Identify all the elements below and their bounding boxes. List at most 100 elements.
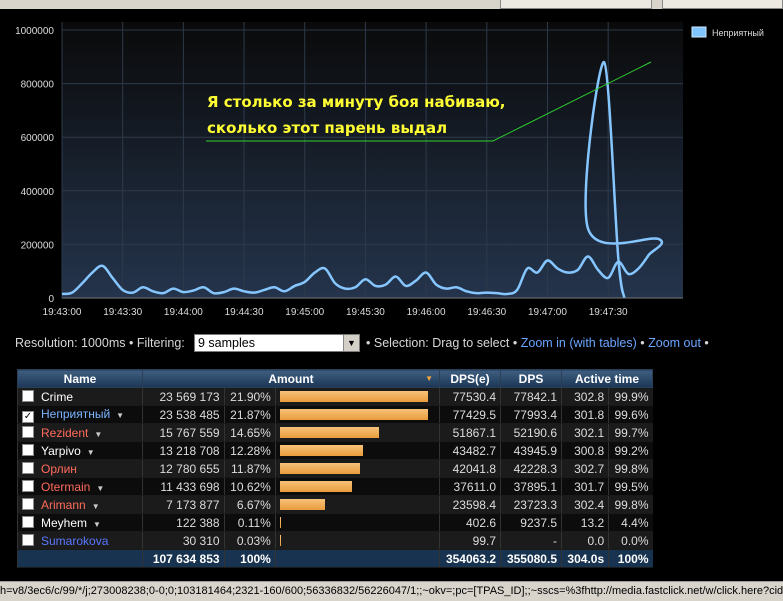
amount-cell: 11 433 698 [142, 477, 225, 496]
select-checkbox[interactable] [22, 479, 34, 492]
percent-cell: 11.87% [223, 459, 276, 478]
dpse-cell: 77429.5 [439, 405, 501, 424]
sort-desc-icon: ▼ [425, 374, 433, 383]
bar-cell [274, 459, 440, 478]
chevron-down-icon[interactable]: ▼ [94, 430, 102, 439]
y-tick-label: 200000 [21, 240, 55, 251]
select-checkbox[interactable] [22, 389, 34, 402]
filtering-select[interactable]: 9 samples ▼ [194, 334, 360, 352]
table-row[interactable]: Yarpivo ▼ 13 218 708 12.28% 43482.7 43945… [17, 441, 653, 460]
player-name[interactable]: Rezident [41, 426, 88, 440]
separator: • [128, 336, 134, 350]
toolbar-button[interactable] [662, 0, 783, 9]
column-header-active-time[interactable]: Active time [561, 369, 653, 388]
player-cell: Meyhem ▼ [17, 513, 143, 532]
active-percent-cell: 0.0% [608, 531, 653, 550]
active-time-cell: 301.7 [560, 477, 609, 496]
dps-cell: 23723.3 [500, 495, 562, 514]
amount-cell: 23 538 485 [142, 405, 225, 424]
select-checkbox[interactable]: ✓ [22, 410, 34, 423]
dps-cell: 42228.3 [500, 459, 562, 478]
chevron-down-icon[interactable]: ▼ [92, 502, 100, 511]
player-cell: Otermain ▼ [17, 477, 143, 496]
chevron-down-icon[interactable]: ▼ [116, 411, 124, 420]
damage-chart[interactable]: 0 200000 400000 600000 800000 1000000 19:43:00… [0, 9, 783, 325]
x-tick-label: 19:45:30 [346, 307, 385, 318]
player-name[interactable]: Sumarokova [41, 534, 108, 548]
percent-cell: 21.90% [223, 387, 276, 406]
table-header-row: Name Amount ▼ DPS(e) DPS Active time [17, 369, 653, 388]
bar-cell [274, 477, 440, 496]
player-name[interactable]: Arimann [41, 498, 86, 512]
column-header-dps[interactable]: DPS [500, 369, 562, 388]
y-tick-label: 800000 [21, 80, 55, 91]
amount-bar [279, 517, 281, 528]
amount-bar [279, 409, 428, 420]
player-name[interactable]: Yarpivo [41, 444, 81, 458]
table-row[interactable]: Орлин 12 780 655 11.87% 42041.8 42228.3 … [17, 459, 653, 478]
select-checkbox[interactable] [22, 497, 34, 510]
amount-cell: 13 218 708 [142, 441, 225, 460]
select-checkbox[interactable] [22, 425, 34, 438]
dpse-cell: 51867.1 [439, 423, 501, 442]
amount-cell: 15 767 559 [142, 423, 225, 442]
toolbar-button[interactable] [500, 0, 652, 9]
table-row[interactable]: Meyhem ▼ 122 388 0.11% 402.6 9237.5 13.2 … [17, 513, 653, 532]
dps-cell: 9237.5 [500, 513, 562, 532]
table-row[interactable]: ✓ Неприятный ▼ 23 538 485 21.87% 77429.5 7… [17, 405, 653, 424]
zoom-out-link[interactable]: Zoom out [648, 336, 701, 350]
player-name[interactable]: Otermain [41, 480, 90, 494]
player-cell: ✓ Неприятный ▼ [17, 405, 143, 424]
active-percent-cell: 99.5% [608, 477, 653, 496]
table-row[interactable]: Sumarokova 30 310 0.03% 99.7 - 0.0 0.0% [17, 531, 653, 550]
y-tick-label: 400000 [21, 187, 55, 198]
table-row[interactable]: Arimann ▼ 7 173 877 6.67% 23598.4 23723.3… [17, 495, 653, 514]
chevron-down-icon[interactable]: ▼ [343, 335, 359, 351]
chevron-down-icon[interactable]: ▼ [96, 484, 104, 493]
player-name[interactable]: Crime [41, 390, 73, 404]
column-header-name[interactable]: Name [17, 369, 143, 388]
column-header-amount[interactable]: Amount ▼ [142, 369, 440, 388]
chevron-down-icon[interactable]: ▼ [93, 520, 101, 529]
zoom-in-link[interactable]: Zoom in (with tables) [521, 336, 637, 350]
player-cell: Arimann ▼ [17, 495, 143, 514]
bar-cell [274, 531, 440, 550]
table-row[interactable]: Otermain ▼ 11 433 698 10.62% 37611.0 3789… [17, 477, 653, 496]
separator: • [704, 336, 709, 350]
x-tick-label: 19:43:00 [43, 307, 82, 318]
select-checkbox[interactable] [22, 461, 34, 474]
active-time-cell: 302.8 [560, 387, 609, 406]
damage-table: Name Amount ▼ DPS(e) DPS Active time Cri… [17, 369, 653, 568]
select-checkbox[interactable] [22, 443, 34, 456]
player-cell: Rezident ▼ [17, 423, 143, 442]
active-time-cell: 0.0 [560, 531, 609, 550]
totals-row: 107 634 853 100% 354063.2 355080.5 304.0… [17, 549, 653, 568]
x-tick-label: 19:47:30 [589, 307, 628, 318]
y-tick-label: 0 [48, 294, 54, 305]
column-header-dpse[interactable]: DPS(e) [439, 369, 501, 388]
percent-cell: 10.62% [223, 477, 276, 496]
select-checkbox[interactable] [22, 533, 34, 546]
table-row[interactable]: Crime 23 569 173 21.90% 77530.4 77842.1 … [17, 387, 653, 406]
dpse-cell: 99.7 [439, 531, 501, 550]
chart-controls: Resolution: 1000ms • Filtering: 9 sample… [0, 327, 783, 360]
player-name[interactable]: Орлин [41, 462, 77, 476]
total-amount: 107 634 853 [142, 549, 225, 568]
chevron-down-icon[interactable]: ▼ [87, 448, 95, 457]
totals-label [17, 549, 143, 568]
total-dpse: 354063.2 [439, 549, 501, 568]
select-checkbox[interactable] [22, 515, 34, 528]
active-time-cell: 300.8 [560, 441, 609, 460]
player-name[interactable]: Meyhem [41, 516, 87, 530]
dps-cell: - [500, 531, 562, 550]
total-dps: 355080.5 [500, 549, 562, 568]
table-row[interactable]: Rezident ▼ 15 767 559 14.65% 51867.1 5219… [17, 423, 653, 442]
annotation-text-line1: Я столько за минуту боя набиваю, [207, 93, 506, 111]
percent-cell: 0.11% [223, 513, 276, 532]
player-cell: Yarpivo ▼ [17, 441, 143, 460]
amount-cell: 30 310 [142, 531, 225, 550]
player-name[interactable]: Неприятный [41, 407, 110, 421]
x-tick-label: 19:46:00 [407, 307, 446, 318]
dps-cell: 37895.1 [500, 477, 562, 496]
x-tick-label: 19:44:30 [225, 307, 264, 318]
